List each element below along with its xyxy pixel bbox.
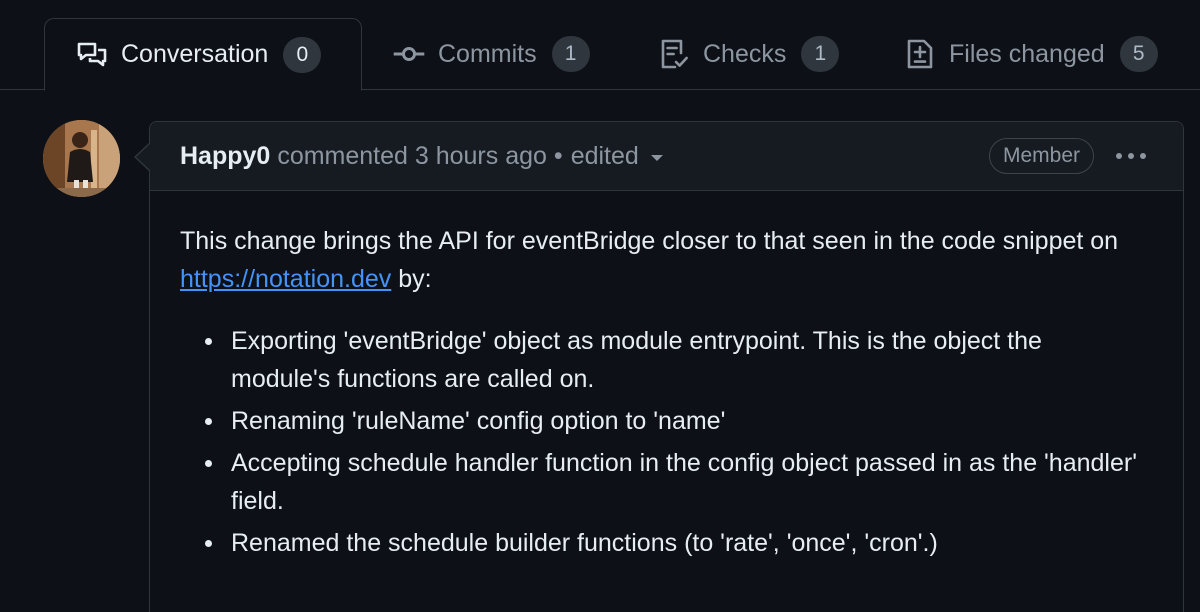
tab-commits-count: 1 bbox=[551, 36, 590, 72]
triangle-down-icon bbox=[650, 155, 663, 161]
comment-caret-fill bbox=[136, 143, 151, 171]
tab-conversation-label: Conversation bbox=[121, 40, 269, 68]
tab-conversation-count: 0 bbox=[283, 36, 322, 73]
tab-commits[interactable]: Commits 1 bbox=[392, 18, 590, 90]
comment-timestamp[interactable]: commented 3 hours ago bbox=[277, 142, 547, 171]
tab-files-changed[interactable]: Files changed 5 bbox=[903, 18, 1158, 90]
comment-intro: This change brings the API for eventBrid… bbox=[180, 222, 1143, 298]
pull-request-page: Conversation 0 Commits 1 Checks 1 Files … bbox=[0, 0, 1200, 612]
intro-suffix: by: bbox=[391, 265, 432, 293]
git-commit-icon bbox=[392, 37, 426, 71]
comment-card: Happy0 commented 3 hours ago • edited Me… bbox=[134, 121, 1184, 612]
comment-header: Happy0 commented 3 hours ago • edited Me… bbox=[150, 122, 1183, 191]
comment-discussion-icon bbox=[75, 38, 109, 72]
tab-files-changed-count: 5 bbox=[1119, 36, 1158, 72]
tab-checks-label: Checks bbox=[703, 39, 787, 68]
comment-body: This change brings the API for eventBrid… bbox=[180, 222, 1143, 566]
edited-dropdown[interactable]: edited bbox=[571, 142, 663, 171]
checklist-icon bbox=[657, 37, 691, 71]
notation-dev-link[interactable]: https://notation.dev bbox=[180, 265, 391, 293]
meta-separator: • bbox=[553, 141, 563, 170]
tab-files-changed-label: Files changed bbox=[949, 39, 1105, 68]
comment-author-link[interactable]: Happy0 bbox=[180, 142, 270, 171]
file-diff-icon bbox=[903, 37, 937, 71]
tab-checks-count: 1 bbox=[801, 36, 840, 72]
list-item: Renamed the schedule builder functions (… bbox=[205, 524, 1143, 562]
list-item: Accepting schedule handler function in t… bbox=[205, 444, 1143, 520]
author-avatar[interactable] bbox=[43, 120, 120, 197]
pr-tab-bar: Conversation 0 Commits 1 Checks 1 Files … bbox=[0, 0, 1200, 91]
list-item: Exporting 'eventBridge' object as module… bbox=[205, 322, 1143, 398]
avatar-photo bbox=[43, 120, 120, 197]
tab-commits-label: Commits bbox=[438, 39, 537, 68]
tab-checks[interactable]: Checks 1 bbox=[657, 18, 840, 90]
kebab-horizontal-icon[interactable] bbox=[1114, 142, 1148, 170]
edited-label: edited bbox=[570, 141, 639, 170]
change-list: Exporting 'eventBridge' object as module… bbox=[180, 322, 1143, 562]
member-badge: Member bbox=[988, 138, 1094, 174]
tab-conversation[interactable]: Conversation 0 bbox=[44, 18, 362, 91]
intro-text: This change brings the API for eventBrid… bbox=[180, 227, 1119, 255]
list-item: Renaming 'ruleName' config option to 'na… bbox=[205, 402, 1143, 440]
